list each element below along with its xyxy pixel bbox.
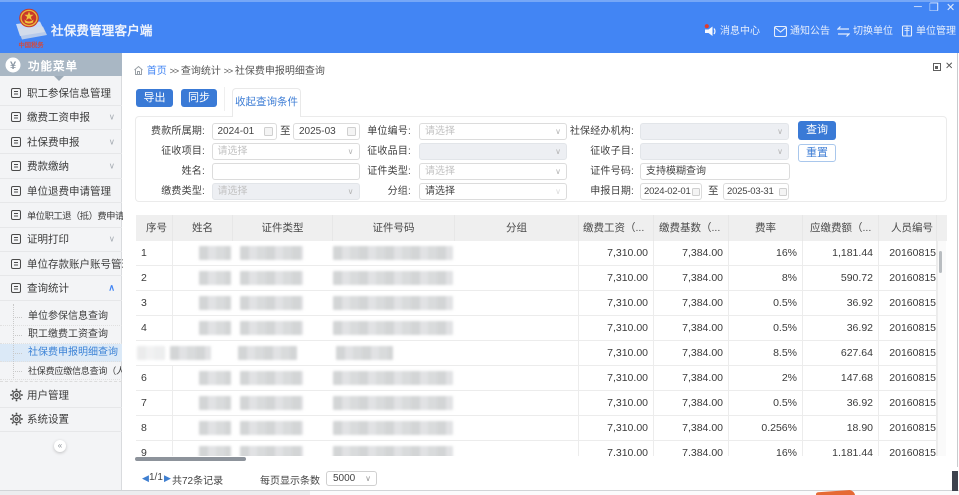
svg-text:中国税务: 中国税务 xyxy=(19,40,45,49)
svg-text:¥: ¥ xyxy=(10,60,17,72)
